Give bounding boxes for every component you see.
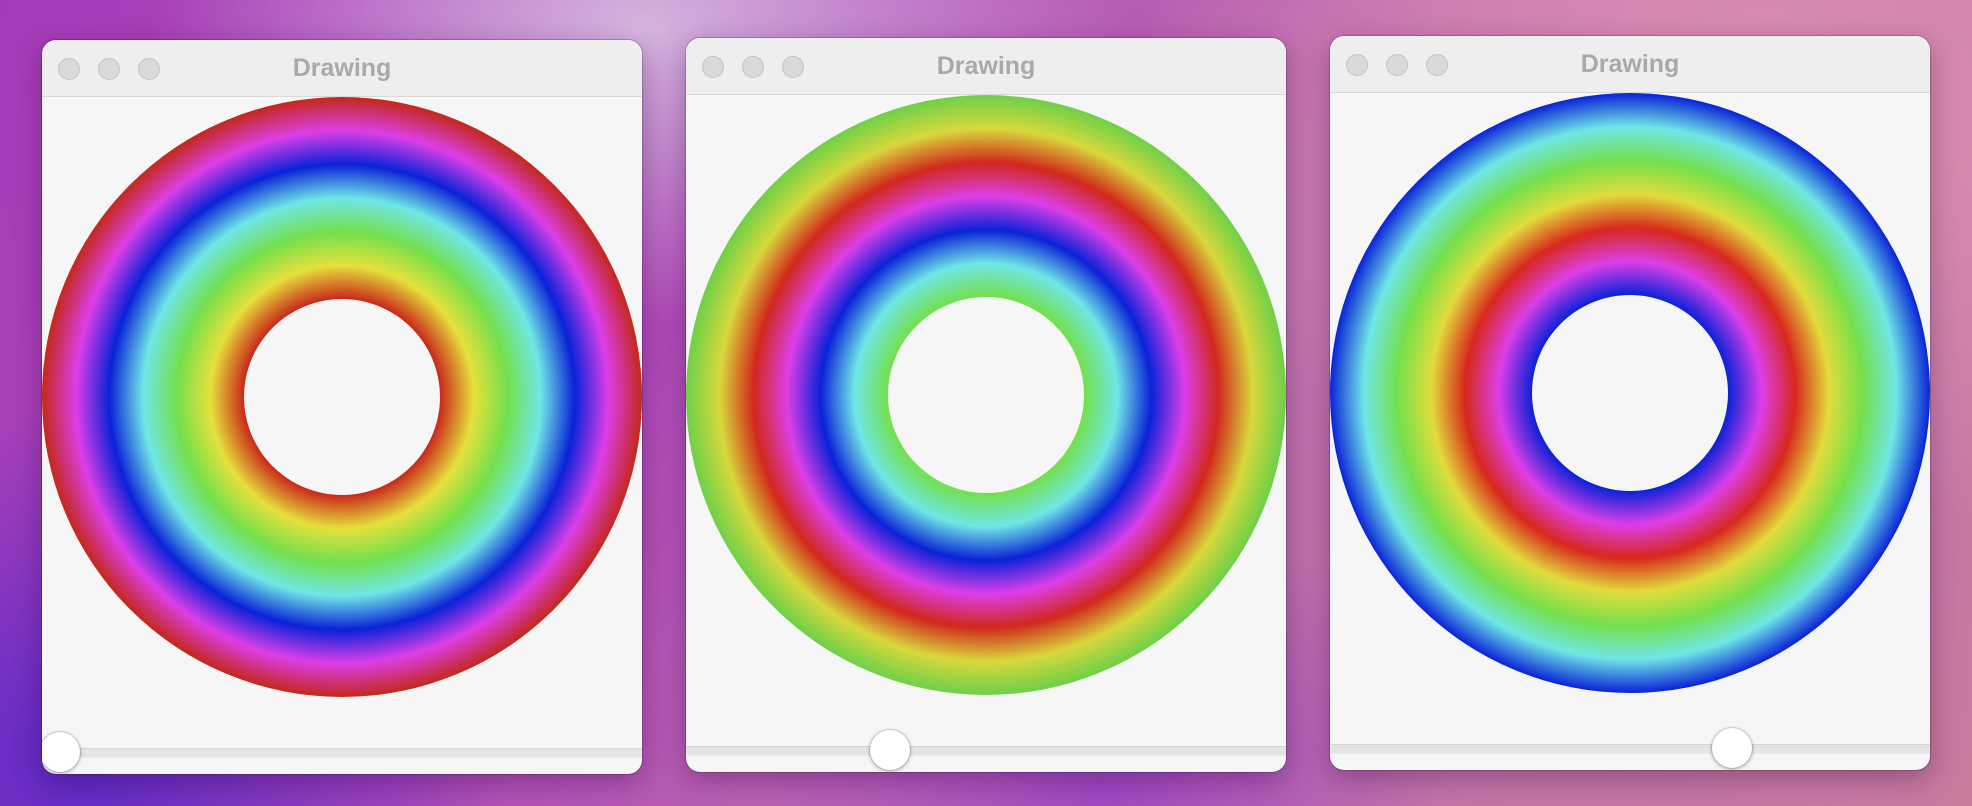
title-bar[interactable]: Drawing	[1330, 36, 1930, 93]
drawing-canvas	[686, 95, 1286, 695]
drawing-slider[interactable]	[686, 728, 1286, 770]
slider-track[interactable]	[42, 748, 642, 758]
drawing-window-3: Drawing	[1330, 36, 1930, 770]
drawing-slider[interactable]	[42, 730, 642, 772]
color-ring	[42, 97, 642, 697]
window-title: Drawing	[292, 54, 392, 82]
title-bar[interactable]: Drawing	[686, 38, 1286, 95]
window-title: Drawing	[1580, 50, 1680, 78]
slider-track[interactable]	[686, 746, 1286, 756]
ring-drawing	[42, 97, 642, 697]
drawing-window-2: Drawing	[686, 38, 1286, 772]
drawing-slider[interactable]	[1330, 726, 1930, 768]
slider-knob[interactable]	[42, 732, 80, 772]
drawing-canvas	[1330, 93, 1930, 693]
drawing-canvas	[42, 97, 642, 697]
window-title: Drawing	[936, 52, 1036, 80]
slider-knob[interactable]	[870, 730, 910, 770]
slider-knob[interactable]	[1712, 728, 1752, 768]
title-bar[interactable]: Drawing	[42, 40, 642, 97]
color-ring	[1330, 93, 1930, 693]
drawing-window-1: Drawing	[42, 40, 642, 774]
slider-track[interactable]	[1330, 744, 1930, 754]
ring-drawing	[1330, 93, 1930, 693]
ring-drawing	[686, 95, 1286, 695]
color-ring	[686, 95, 1286, 695]
